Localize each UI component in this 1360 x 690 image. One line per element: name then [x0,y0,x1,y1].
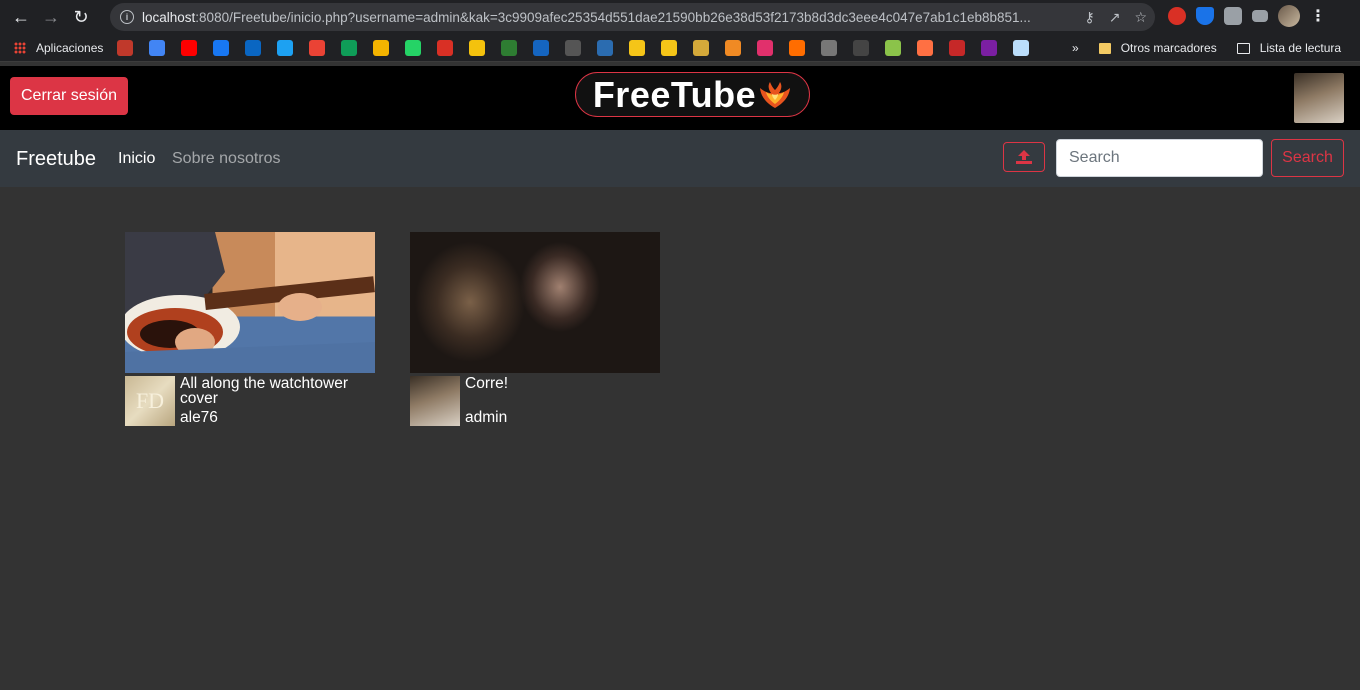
bookmark-favicon-icon[interactable] [501,39,518,56]
folder-icon [1098,42,1111,54]
video-title[interactable]: Corre! [465,376,508,392]
bookmark-favicon-icon[interactable] [373,39,390,56]
site-logo[interactable]: FreeTube [575,72,810,117]
video-author[interactable]: ale76 [180,410,375,426]
bookmark-favicon-icon[interactable] [149,39,166,56]
upload-icon [1016,150,1032,164]
video-author[interactable]: admin [465,410,508,426]
phoenix-icon [760,81,791,108]
bookmark-favicon-icon[interactable] [1013,39,1030,56]
logout-button[interactable]: Cerrar sesión [10,77,128,115]
bookmark-favicon-icon[interactable] [565,39,582,56]
star-icon[interactable]: ☆ [1134,9,1147,26]
bookmark-favicon-icon[interactable] [533,39,550,56]
bookmarks-overflow-icon[interactable]: » [1072,41,1079,55]
bookmark-favicon-icon[interactable] [117,39,134,56]
bookmark-favicon-icon[interactable] [821,39,838,56]
bookmark-favicon-icon[interactable] [181,39,198,56]
upload-button[interactable] [1003,142,1045,172]
logo-text: FreeTube [592,73,757,115]
bookmark-favicon-icon[interactable] [213,39,230,56]
bookmark-favicon-icon[interactable] [341,39,358,56]
browser-toolbar: ← → ↻ i localhost:8080/Freetube/inicio.p… [0,0,1360,34]
key-icon[interactable]: ⚷ [1084,9,1094,26]
other-bookmarks[interactable]: Otros marcadores [1121,41,1217,55]
nav-link-inicio[interactable]: Inicio [118,150,155,168]
bookmark-favicon-icon[interactable] [245,39,262,56]
menu-icon[interactable]: ⋮ [1310,6,1326,26]
bookmark-favicon-icon[interactable] [885,39,902,56]
info-icon[interactable]: i [120,10,134,24]
media-icon[interactable] [1252,10,1268,22]
channel-avatar[interactable] [410,376,460,426]
reading-list[interactable]: Lista de lectura [1260,41,1341,55]
address-bar[interactable]: i localhost:8080/Freetube/inicio.php?use… [110,3,1155,31]
bookmark-favicon-icon[interactable] [661,39,678,56]
reading-list-icon [1236,42,1250,54]
bookmarks-bar: Aplicaciones » Otros marcadores Lista de… [0,34,1360,62]
bookmark-favicon-icon[interactable] [917,39,934,56]
search-button[interactable]: Search [1271,139,1344,177]
bookmark-favicon-icon[interactable] [757,39,774,56]
video-title[interactable]: All along the watchtower cover [180,376,375,407]
extension-shield-icon[interactable] [1196,7,1214,25]
back-icon[interactable]: ← [6,2,36,32]
puzzle-icon[interactable] [1224,7,1242,25]
video-card[interactable]: Corre! admin [410,232,660,426]
bookmark-favicon-icon[interactable] [725,39,742,56]
bookmark-favicon-icon[interactable] [949,39,966,56]
bookmark-favicon-icon[interactable] [437,39,454,56]
video-card[interactable]: FD All along the watchtower cover ale76 [125,232,375,426]
search-input[interactable] [1056,139,1263,177]
bookmark-favicon-icon[interactable] [277,39,294,56]
bookmark-favicon-icon[interactable] [405,39,422,56]
video-thumbnail[interactable] [125,232,375,373]
navbar-brand[interactable]: Freetube [16,148,96,171]
channel-avatar[interactable]: FD [125,376,175,426]
bookmark-favicon-icon[interactable] [629,39,646,56]
share-icon[interactable]: ↗ [1109,9,1121,26]
forward-icon[interactable]: → [36,2,66,32]
bookmark-favicon-icon[interactable] [789,39,806,56]
bookmark-favicon-icon[interactable] [469,39,486,56]
site-header: Cerrar sesión FreeTube [0,66,1360,130]
video-thumbnail[interactable] [410,232,660,373]
reload-icon[interactable]: ↻ [66,2,96,32]
bookmark-favicon-icon[interactable] [981,39,998,56]
guitar-thumbnail-image [125,232,375,373]
bookmark-favicon-icon[interactable] [693,39,710,56]
url-text[interactable]: localhost:8080/Freetube/inicio.php?usern… [142,10,1062,25]
nav-link-sobre-nosotros[interactable]: Sobre nosotros [172,150,281,168]
bookmark-favicon-icon[interactable] [309,39,326,56]
bookmark-favicon-icon[interactable] [853,39,870,56]
main-navbar: Freetube Inicio Sobre nosotros Search [0,130,1360,187]
bookmark-favicon-icon[interactable] [597,39,614,56]
extension-lock-icon[interactable] [1168,7,1186,25]
user-avatar[interactable] [1294,73,1344,123]
apps-grid-icon [14,41,26,54]
profile-avatar[interactable] [1278,5,1300,27]
bookmark-apps[interactable]: Aplicaciones [14,41,103,55]
